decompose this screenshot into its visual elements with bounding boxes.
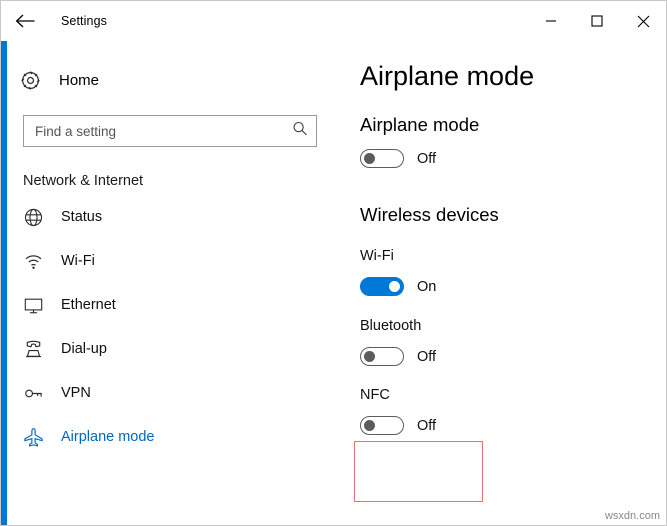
- minimize-button[interactable]: [528, 1, 574, 41]
- sidebar-item-home[interactable]: Home: [7, 57, 334, 103]
- close-button[interactable]: [620, 1, 666, 41]
- status-globe-icon: [23, 207, 55, 228]
- airplane-mode-toggle-row: Off: [360, 149, 666, 168]
- sidebar-item-vpn[interactable]: VPN: [7, 371, 334, 415]
- airplane-mode-toggle-state: Off: [417, 150, 437, 167]
- search-box[interactable]: [23, 115, 317, 147]
- nfc-toggle[interactable]: [360, 416, 404, 435]
- sidebar-nav-list: Status Wi-Fi Ethernet Dial-up VPN Airpla…: [1, 195, 334, 459]
- search-icon[interactable]: [292, 121, 308, 142]
- sidebar-item-label: Status: [61, 209, 103, 225]
- airplane-icon: [23, 427, 55, 448]
- sidebar-item-label: Dial-up: [61, 341, 107, 357]
- settings-window: Settings Home Find a setting Network & I…: [0, 0, 667, 526]
- bluetooth-toggle[interactable]: [360, 347, 404, 366]
- back-button[interactable]: [1, 1, 49, 41]
- sidebar-item-airplane-mode[interactable]: Airplane mode: [1, 415, 334, 459]
- search-input[interactable]: [24, 117, 279, 145]
- minimize-icon: [546, 20, 556, 22]
- watermark: wsxdn.com: [604, 510, 660, 522]
- bluetooth-toggle-row: Off: [360, 347, 666, 366]
- sidebar: Home Network & Internet: [1, 41, 334, 525]
- sidebar-section-title: Network & Internet: [23, 173, 144, 189]
- sidebar-item-label: Airplane mode: [61, 429, 155, 445]
- maximize-button[interactable]: [574, 1, 620, 41]
- bluetooth-device-label: Bluetooth: [360, 318, 422, 334]
- maximize-icon: [591, 15, 603, 27]
- wifi-device-label: Wi-Fi: [360, 248, 394, 264]
- wifi-toggle-row: On: [360, 277, 666, 296]
- title-bar: Settings: [1, 1, 666, 41]
- main-content: Airplane mode Airplane mode Off Wireless…: [334, 41, 666, 525]
- sidebar-item-wifi[interactable]: Wi-Fi: [7, 239, 334, 283]
- airplane-mode-toggle[interactable]: [360, 149, 404, 168]
- nfc-highlight-box: [354, 441, 483, 502]
- sidebar-item-label: Ethernet: [61, 297, 116, 313]
- close-icon: [637, 15, 649, 27]
- sidebar-item-status[interactable]: Status: [7, 195, 334, 239]
- back-arrow-icon: [15, 14, 35, 28]
- airplane-mode-heading: Airplane mode: [360, 114, 480, 135]
- window-title: Settings: [61, 14, 107, 28]
- wifi-toggle-state: On: [417, 278, 437, 295]
- nfc-toggle-row: Off: [360, 416, 666, 435]
- dialup-phone-icon: [23, 339, 55, 360]
- page-title: Airplane mode: [360, 61, 535, 91]
- wifi-icon: [23, 251, 55, 272]
- sidebar-home-label: Home: [59, 71, 100, 89]
- nfc-device-label: NFC: [360, 387, 390, 403]
- gear-icon: [19, 69, 53, 92]
- wifi-toggle[interactable]: [360, 277, 404, 296]
- sidebar-item-dialup[interactable]: Dial-up: [7, 327, 334, 371]
- wireless-devices-heading: Wireless devices: [360, 204, 499, 225]
- sidebar-item-label: Wi-Fi: [61, 253, 95, 269]
- nfc-toggle-state: Off: [417, 417, 437, 434]
- caption-buttons: [528, 1, 666, 41]
- vpn-key-icon: [23, 383, 55, 404]
- sidebar-item-ethernet[interactable]: Ethernet: [7, 283, 334, 327]
- bluetooth-toggle-state: Off: [417, 348, 437, 365]
- ethernet-icon: [23, 295, 55, 316]
- sidebar-item-label: VPN: [61, 385, 91, 401]
